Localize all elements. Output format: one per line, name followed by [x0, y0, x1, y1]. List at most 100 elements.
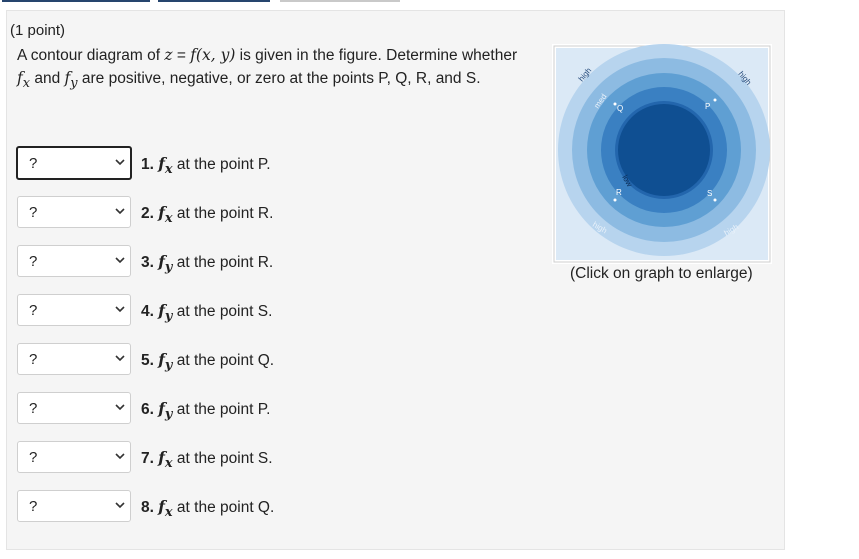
- derivative-symbol: fx: [158, 203, 172, 226]
- intro-text-b: is given in the figure. Determine whethe…: [235, 47, 518, 64]
- select-value: ?: [29, 400, 38, 417]
- question-label: 6. fy at the point P.: [141, 399, 270, 422]
- question-row: ? 5. fy at the point Q.: [17, 343, 417, 377]
- derivative-f: f: [158, 350, 165, 369]
- select-value: ?: [29, 498, 38, 515]
- answer-select[interactable]: ?: [17, 196, 131, 228]
- question-number: 7.: [141, 450, 154, 467]
- question-number: 3.: [141, 254, 154, 271]
- answer-select[interactable]: ?: [17, 392, 131, 424]
- tab-1[interactable]: [2, 0, 150, 2]
- derivative-f: f: [158, 154, 165, 173]
- answer-select[interactable]: ?: [17, 490, 131, 522]
- tab-strip: [0, 0, 859, 4]
- fx-sub: x: [22, 76, 31, 92]
- question-row: ? 8. fx at the point Q.: [17, 490, 417, 524]
- question-text: at the point R.: [172, 205, 274, 222]
- fy-sub: y: [70, 76, 78, 92]
- answer-select[interactable]: ?: [17, 441, 131, 473]
- select-value: ?: [29, 351, 38, 368]
- question-number: 5.: [141, 352, 154, 369]
- intro-text-c: are positive, negative, or zero at the p…: [77, 70, 481, 87]
- answer-select[interactable]: ?: [17, 294, 131, 326]
- question-number: 1.: [141, 156, 154, 173]
- question-row: ? 7. fx at the point S.: [17, 441, 417, 475]
- question-row: ? 6. fy at the point P.: [17, 392, 417, 426]
- question-text: at the point S.: [172, 450, 273, 467]
- question-number: 6.: [141, 401, 154, 418]
- derivative-f: f: [158, 497, 165, 516]
- question-text: at the point P.: [172, 401, 271, 418]
- derivative-sub: x: [164, 162, 173, 178]
- point-r-label: R: [616, 188, 622, 197]
- point-s-dot: [713, 198, 717, 202]
- fx-symbol: fx: [17, 69, 30, 91]
- chevron-down-icon: [115, 306, 125, 313]
- point-q-label: Q: [617, 104, 623, 113]
- question-number: 8.: [141, 499, 154, 516]
- derivative-symbol: fy: [158, 301, 172, 324]
- question-text: at the point Q.: [172, 352, 275, 369]
- question-number: 4.: [141, 303, 154, 320]
- derivative-symbol: fx: [158, 154, 172, 177]
- intro-and: and: [30, 70, 65, 87]
- answer-select[interactable]: ?: [17, 343, 131, 375]
- select-value: ?: [29, 449, 38, 466]
- derivative-sub: x: [164, 505, 173, 521]
- question-row: ? 1. fx at the point P.: [16, 146, 417, 181]
- select-value: ?: [29, 155, 38, 172]
- question-label: 7. fx at the point S.: [141, 448, 273, 471]
- enlarge-caption[interactable]: (Click on graph to enlarge): [570, 265, 753, 283]
- derivative-symbol: fy: [158, 252, 172, 275]
- question-label: 3. fy at the point R.: [141, 252, 273, 275]
- derivative-f: f: [158, 448, 165, 467]
- fy-symbol: fy: [65, 69, 78, 91]
- derivative-sub: x: [164, 456, 173, 472]
- chevron-down-icon: [115, 355, 125, 362]
- z-var: z: [164, 46, 173, 64]
- question-text: at the point S.: [172, 303, 273, 320]
- point-p-dot: [713, 98, 717, 102]
- question-label: 4. fy at the point S.: [141, 301, 272, 324]
- points-label: (1 point): [10, 22, 66, 39]
- tab-3[interactable]: [280, 0, 400, 2]
- question-label: 1. fx at the point P.: [141, 154, 271, 177]
- point-s-label: S: [707, 189, 712, 198]
- answer-select[interactable]: ?: [17, 245, 131, 277]
- contour-figure[interactable]: high high high high med low Q P R S: [552, 44, 772, 264]
- question-label: 5. fy at the point Q.: [141, 350, 274, 373]
- question-text: at the point Q.: [172, 499, 275, 516]
- derivative-f: f: [158, 203, 165, 222]
- chevron-down-icon: [115, 453, 125, 460]
- question-text: at the point R.: [172, 254, 274, 271]
- question-number: 2.: [141, 205, 154, 222]
- derivative-symbol: fy: [158, 399, 172, 422]
- derivative-sub: x: [164, 211, 173, 227]
- select-value: ?: [29, 302, 38, 319]
- question-label: 2. fx at the point R.: [141, 203, 273, 226]
- chevron-down-icon: [115, 502, 125, 509]
- derivative-f: f: [158, 301, 165, 320]
- question-row: ? 4. fy at the point S.: [17, 294, 417, 328]
- derivative-f: f: [158, 252, 165, 271]
- select-value: ?: [29, 204, 38, 221]
- select-value: ?: [29, 253, 38, 270]
- equals-sign: =: [172, 47, 191, 64]
- chevron-down-icon: [115, 208, 125, 215]
- derivative-symbol: fx: [158, 448, 172, 471]
- f-of-xy: f(x, y): [190, 46, 236, 64]
- derivative-symbol: fy: [158, 350, 172, 373]
- contour-plot[interactable]: high high high high med low Q P R S: [552, 44, 772, 264]
- problem-statement: A contour diagram of z = f(x, y) is give…: [17, 44, 522, 95]
- derivative-f: f: [158, 399, 165, 418]
- tab-2[interactable]: [158, 0, 270, 2]
- answer-select[interactable]: ?: [16, 146, 132, 180]
- question-label: 8. fx at the point Q.: [141, 497, 274, 520]
- derivative-symbol: fx: [158, 497, 172, 520]
- point-r-dot: [613, 198, 617, 202]
- chevron-down-icon: [115, 404, 125, 411]
- question-text: at the point P.: [172, 156, 271, 173]
- question-row: ? 2. fx at the point R.: [17, 196, 417, 230]
- question-row: ? 3. fy at the point R.: [17, 245, 417, 279]
- chevron-down-icon: [115, 159, 125, 166]
